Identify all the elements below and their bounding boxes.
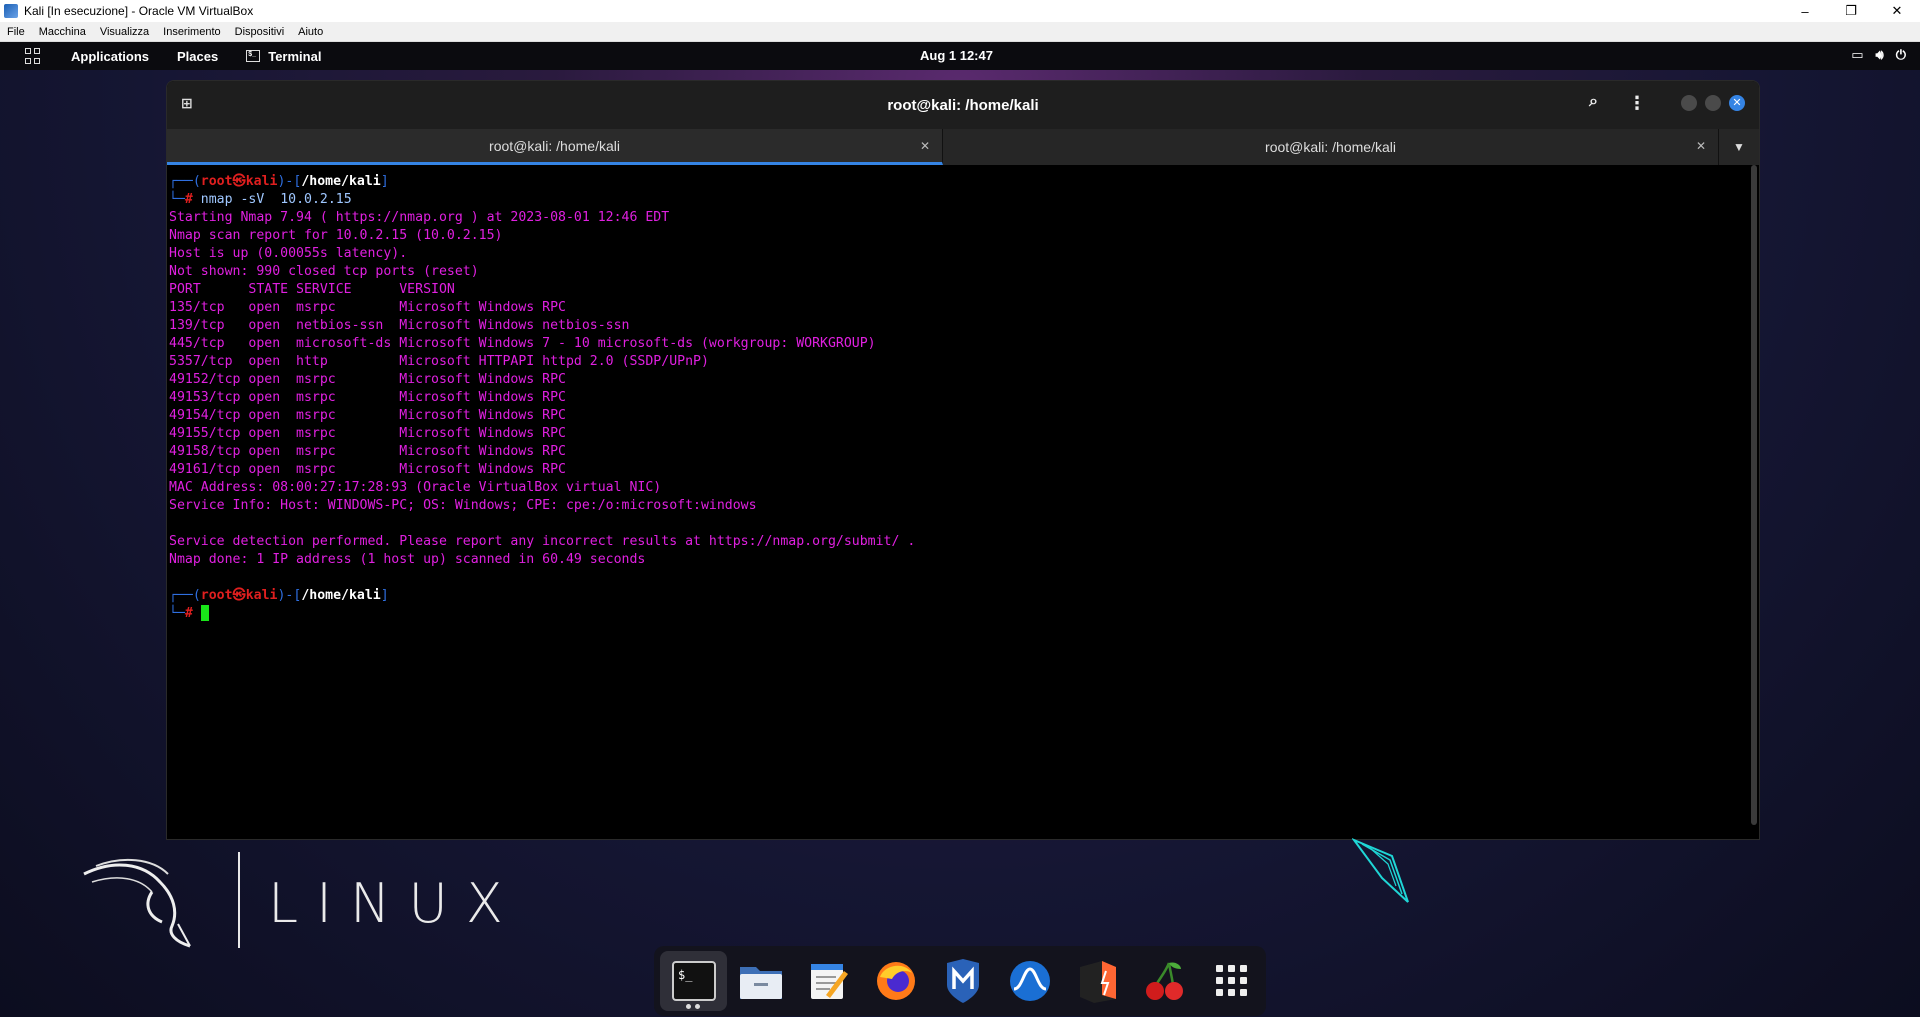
places-menu[interactable]: Places bbox=[177, 49, 218, 64]
output-line: 445/tcp open microsoft-ds Microsoft Wind… bbox=[169, 336, 876, 351]
maximize-window-button[interactable] bbox=[1705, 95, 1721, 111]
output-line: 139/tcp open netbios-ssn Microsoft Windo… bbox=[169, 318, 630, 333]
output-line: 49153/tcp open msrpc Microsoft Windows R… bbox=[169, 390, 566, 405]
applications-menu[interactable]: Applications bbox=[71, 49, 149, 64]
kali-desktop: Applications Places $_ Terminal Aug 1 12… bbox=[0, 42, 1920, 1017]
restore-button[interactable]: ❐ bbox=[1828, 0, 1874, 22]
wireshark-icon bbox=[1010, 961, 1051, 1001]
clock[interactable]: Aug 1 12:47 bbox=[920, 48, 993, 63]
output-line: Not shown: 990 closed tcp ports (reset) bbox=[169, 264, 479, 279]
window-title: Kali [In esecuzione] - Oracle VM Virtual… bbox=[24, 4, 254, 18]
close-window-button[interactable]: ✕ bbox=[1729, 95, 1745, 111]
terminal-app-menu[interactable]: $_ Terminal bbox=[246, 49, 321, 64]
menu-view[interactable]: Visualizza bbox=[93, 26, 156, 38]
terminal-app-label: Terminal bbox=[268, 48, 322, 64]
dock: $_ bbox=[654, 946, 1266, 1016]
output-line: 49158/tcp open msrpc Microsoft Windows R… bbox=[169, 444, 566, 459]
gnome-topbar: Applications Places $_ Terminal Aug 1 12… bbox=[0, 42, 1920, 70]
output-line: MAC Address: 08:00:27:17:28:93 (Oracle V… bbox=[169, 480, 662, 495]
app-grid-icon bbox=[1216, 965, 1248, 996]
menu-machine[interactable]: Macchina bbox=[32, 26, 93, 38]
menu-help[interactable]: Aiuto bbox=[291, 26, 330, 38]
dock-cherrytree[interactable] bbox=[1131, 951, 1198, 1011]
output-line: Host is up (0.00055s latency). bbox=[169, 246, 408, 261]
dock-burp-suite[interactable] bbox=[1064, 951, 1131, 1011]
dock-firefox[interactable] bbox=[862, 951, 929, 1011]
terminal-window: ⊞ root@kali: /home/kali ⌕ ⋮ ✕ root@kali:… bbox=[166, 80, 1760, 840]
virtualbox-titlebar: Kali [In esecuzione] - Oracle VM Virtual… bbox=[0, 0, 1920, 22]
minimize-window-button[interactable] bbox=[1681, 95, 1697, 111]
output-line: Service detection performed. Please repo… bbox=[169, 534, 916, 549]
svg-text:$_: $_ bbox=[678, 968, 693, 982]
menu-devices[interactable]: Dispositivi bbox=[228, 26, 292, 38]
output-line: Starting Nmap 7.94 ( https://nmap.org ) … bbox=[169, 210, 670, 225]
menu-input[interactable]: Inserimento bbox=[156, 26, 227, 38]
terminal-headerbar: ⊞ root@kali: /home/kali ⌕ ⋮ ✕ bbox=[167, 81, 1759, 129]
close-tab-icon[interactable]: ✕ bbox=[920, 139, 930, 153]
output-line: Service Info: Host: WINDOWS-PC; OS: Wind… bbox=[169, 498, 757, 513]
close-button[interactable]: ✕ bbox=[1874, 0, 1920, 22]
minimize-button[interactable]: – bbox=[1782, 0, 1828, 22]
firefox-icon bbox=[876, 962, 915, 1000]
volume-icon: 🔊︎ bbox=[1875, 47, 1884, 62]
tab-label: root@kali: /home/kali bbox=[489, 137, 620, 154]
tabs-dropdown-icon[interactable]: ▼ bbox=[1719, 129, 1759, 165]
linux-brand-text: LINUX bbox=[268, 872, 521, 935]
terminal-output[interactable]: ┌──(root㉿kali)-[/home/kali] └─# nmap -sV… bbox=[167, 165, 1747, 839]
dock-terminal[interactable]: $_ bbox=[660, 951, 728, 1011]
prompt-line-1: ┌──(root㉿kali)-[/home/kali] bbox=[169, 174, 389, 189]
output-line: 135/tcp open msrpc Microsoft Windows RPC bbox=[169, 300, 566, 315]
input-line[interactable]: └─# bbox=[169, 605, 1747, 623]
folder-icon bbox=[739, 967, 782, 999]
output-line: 49154/tcp open msrpc Microsoft Windows R… bbox=[169, 408, 566, 423]
dock-wireshark[interactable] bbox=[997, 951, 1064, 1011]
terminal-icon: $_ bbox=[246, 50, 261, 62]
kali-dragon-logo bbox=[83, 858, 191, 948]
command-line: └─# nmap -sV 10.0.2.15 bbox=[169, 192, 352, 207]
output-line: 49155/tcp open msrpc Microsoft Windows R… bbox=[169, 426, 566, 441]
text-editor-icon bbox=[811, 964, 849, 999]
menu-file[interactable]: File bbox=[0, 26, 32, 38]
scrollbar[interactable] bbox=[1751, 165, 1757, 825]
terminal-title: root@kali: /home/kali bbox=[887, 96, 1039, 114]
output-line: Nmap done: 1 IP address (1 host up) scan… bbox=[169, 552, 646, 567]
prompt-line-2: ┌──(root㉿kali)-[/home/kali] bbox=[169, 588, 389, 603]
brand-divider bbox=[238, 852, 240, 948]
cyan-wallpaper-decoration bbox=[1352, 838, 1409, 903]
dock-show-apps[interactable] bbox=[1199, 951, 1266, 1011]
output-line: 49152/tcp open msrpc Microsoft Windows R… bbox=[169, 372, 566, 387]
burp-icon bbox=[1079, 961, 1116, 1003]
output-line: Nmap scan report for 10.0.2.15 (10.0.2.1… bbox=[169, 228, 503, 243]
output-line: 49161/tcp open msrpc Microsoft Windows R… bbox=[169, 462, 566, 477]
system-tray[interactable]: ▭ 🔊︎ ⏻ bbox=[1851, 47, 1906, 63]
output-line: 5357/tcp open http Microsoft HTTPAPI htt… bbox=[169, 354, 709, 369]
menu-icon[interactable]: ⋮ bbox=[1627, 93, 1647, 113]
output-line: PORT STATE SERVICE VERSION bbox=[169, 282, 455, 297]
tab-2[interactable]: root@kali: /home/kali ✕ bbox=[943, 129, 1719, 165]
dock-file-manager[interactable] bbox=[727, 951, 794, 1011]
search-icon[interactable]: ⌕ bbox=[1589, 93, 1609, 113]
dock-text-editor[interactable] bbox=[795, 951, 862, 1011]
tab-bar: root@kali: /home/kali ✕ root@kali: /home… bbox=[167, 129, 1759, 165]
app-grid-icon[interactable] bbox=[25, 48, 41, 64]
new-tab-icon[interactable]: ⊞ bbox=[181, 95, 199, 111]
virtualbox-icon bbox=[4, 4, 18, 18]
cherry-icon bbox=[1145, 962, 1183, 1000]
tab-label: root@kali: /home/kali bbox=[1265, 139, 1396, 155]
close-tab-icon[interactable]: ✕ bbox=[1696, 139, 1706, 153]
text-cursor bbox=[200, 605, 209, 621]
power-icon: ⏻ bbox=[1895, 47, 1906, 62]
terminal-icon: $_ bbox=[671, 961, 716, 1001]
tab-1[interactable]: root@kali: /home/kali ✕ bbox=[167, 129, 943, 165]
dock-metasploit[interactable] bbox=[929, 951, 996, 1011]
virtualbox-menubar: File Macchina Visualizza Inserimento Dis… bbox=[0, 22, 1920, 42]
screen-icon: ▭ bbox=[1851, 47, 1864, 62]
metasploit-icon bbox=[946, 959, 979, 1003]
